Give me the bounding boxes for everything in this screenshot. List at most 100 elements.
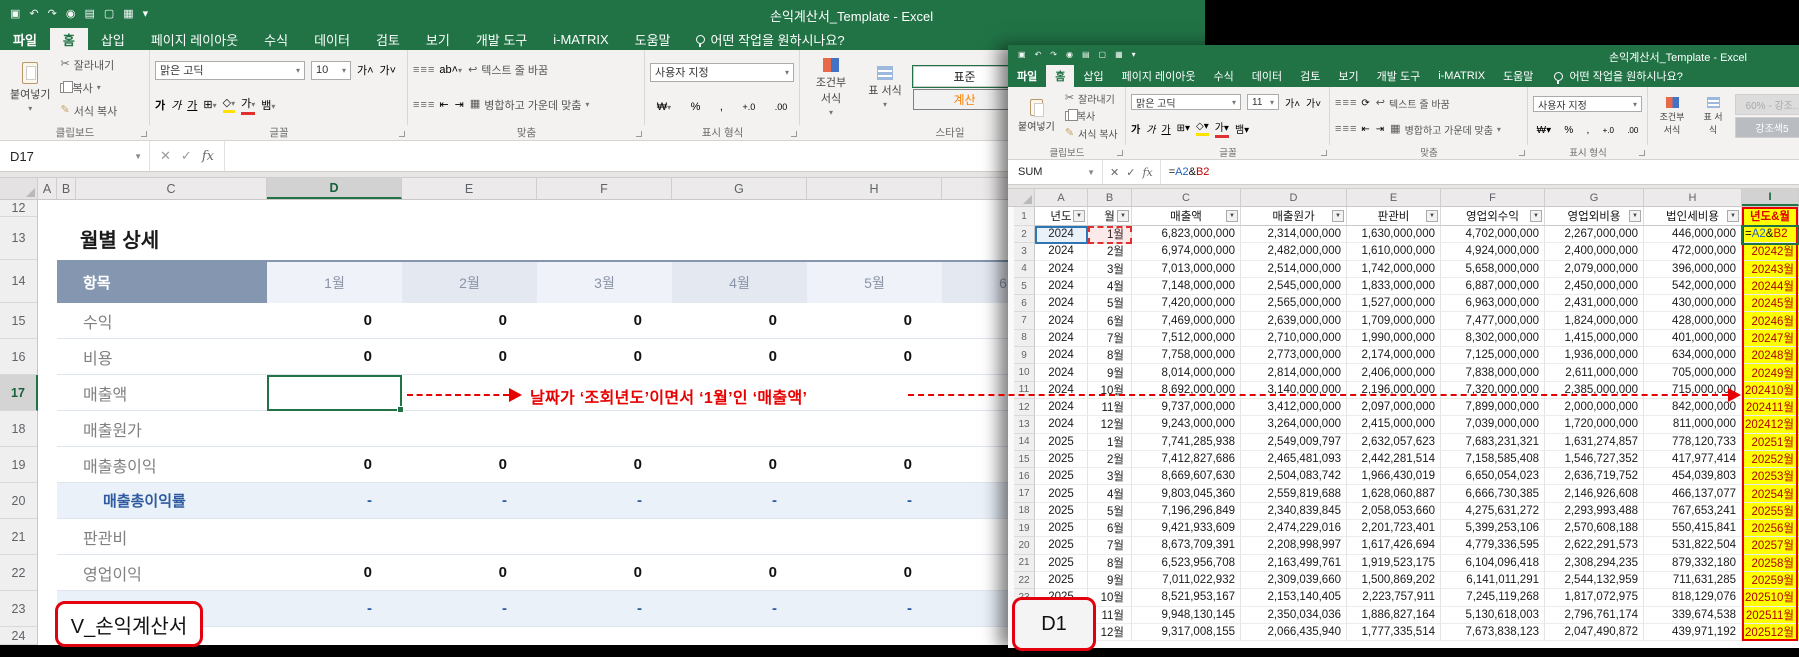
cell-H4[interactable]: 396,000,000: [1644, 261, 1742, 278]
cell-H23[interactable]: 818,129,076: [1644, 589, 1742, 606]
cell-G4[interactable]: 2,079,000,000: [1545, 261, 1644, 278]
cell-H19[interactable]: 550,415,841: [1644, 520, 1742, 537]
row-header-12[interactable]: 12: [0, 200, 38, 217]
cell-I21[interactable]: 20258월: [1742, 555, 1799, 572]
row-header-21[interactable]: 21: [1014, 555, 1035, 572]
increase-indent-button[interactable]: ⇥: [455, 98, 464, 111]
ribbon-tab-4[interactable]: 수식: [1205, 65, 1243, 87]
cell-E10[interactable]: 2,406,000,000: [1347, 364, 1441, 381]
filter-button[interactable]: ▼: [1629, 210, 1641, 222]
row-header-1[interactable]: 1: [1014, 207, 1035, 226]
row-header-12[interactable]: 12: [1014, 399, 1035, 416]
dialog-launcher-icon[interactable]: [1519, 150, 1525, 156]
cell-G18[interactable]: 2,293,993,488: [1545, 503, 1644, 520]
cell-G15[interactable]: 0: [672, 303, 807, 339]
cell-D25[interactable]: 2,066,435,940: [1241, 624, 1347, 641]
fill-color-button[interactable]: ◇▾: [223, 96, 235, 113]
cell-F2[interactable]: 4,702,000,000: [1441, 226, 1545, 243]
fill-color-button[interactable]: ◇▾: [1196, 121, 1209, 136]
orientation-button[interactable]: ab˄▾: [439, 64, 462, 76]
cell-C2[interactable]: 6,823,000,000: [1132, 226, 1241, 243]
ribbon-tab-5[interactable]: 데이터: [301, 28, 363, 50]
ribbon-tab-0[interactable]: 파일: [0, 28, 50, 50]
row-header-21[interactable]: 21: [0, 519, 38, 555]
cell-G23[interactable]: -: [672, 591, 807, 627]
cell-G10[interactable]: 2,611,000,000: [1545, 364, 1644, 381]
col-header-G[interactable]: G: [1545, 189, 1644, 206]
cell-C3[interactable]: 6,974,000,000: [1132, 243, 1241, 260]
cell-E21[interactable]: [402, 519, 537, 555]
cell-B16[interactable]: 3월: [1088, 468, 1132, 485]
bold-button[interactable]: 가: [155, 97, 165, 113]
camera-icon[interactable]: ◉: [1066, 51, 1073, 59]
grow-font-button[interactable]: 가˄: [1285, 95, 1300, 110]
cell-C4[interactable]: 7,013,000,000: [1132, 261, 1241, 278]
ribbon-tab-6[interactable]: 검토: [1291, 65, 1329, 87]
cell-E19[interactable]: 2,201,723,401: [1347, 520, 1441, 537]
cell-A16[interactable]: 2025: [1035, 468, 1088, 485]
cell-I22[interactable]: 20259월: [1742, 572, 1799, 589]
cell-I14[interactable]: 20251월: [1742, 434, 1799, 451]
cell-I18[interactable]: 20255월: [1742, 503, 1799, 520]
cell-G19[interactable]: 2,570,608,188: [1545, 520, 1644, 537]
conditional-formatting-button[interactable]: 조건부 서식: [1653, 90, 1691, 142]
cell-F22[interactable]: 6,141,011,291: [1441, 572, 1545, 589]
fill-handle[interactable]: [397, 406, 404, 413]
month-header-4[interactable]: 4월: [672, 260, 807, 303]
row-header-19[interactable]: 19: [1014, 520, 1035, 537]
cell-style-2[interactable]: 계산: [913, 89, 1016, 110]
cell-C23[interactable]: 8,521,953,167: [1132, 589, 1241, 606]
row-header-10[interactable]: 10: [1014, 364, 1035, 381]
cell-D10[interactable]: 2,814,000,000: [1241, 364, 1347, 381]
cell-I16[interactable]: 20253월: [1742, 468, 1799, 485]
cell-A21[interactable]: 2025: [1035, 555, 1088, 572]
cell-G20[interactable]: 2,622,291,573: [1545, 537, 1644, 554]
cell-B5[interactable]: 4월: [1088, 278, 1132, 295]
row-header-3[interactable]: 3: [1014, 243, 1035, 260]
cut-button[interactable]: ✂잘라내기: [1065, 91, 1118, 106]
cell-D22[interactable]: 2,309,039,660: [1241, 572, 1347, 589]
cell-B15[interactable]: 2월: [1088, 451, 1132, 468]
cell-E16[interactable]: 1,966,430,019: [1347, 468, 1441, 485]
cell-C11[interactable]: 8,692,000,000: [1132, 382, 1241, 399]
conditional-formatting-button[interactable]: 조건부 서식 ▾: [805, 53, 857, 122]
format-as-table-button[interactable]: 표 서식: [1696, 90, 1730, 142]
month-header-1[interactable]: 1월: [267, 260, 402, 303]
cell-B10[interactable]: 9월: [1088, 364, 1132, 381]
col-header-B[interactable]: B: [57, 178, 76, 199]
cell-F18[interactable]: 4,275,631,272: [1441, 503, 1545, 520]
dialog-launcher-icon[interactable]: [1321, 150, 1327, 156]
font-color-button[interactable]: 가▾: [241, 95, 255, 115]
col-header-H[interactable]: H: [1644, 189, 1742, 206]
cell-G9[interactable]: 1,936,000,000: [1545, 347, 1644, 364]
cell-D20[interactable]: -: [267, 483, 402, 519]
row-label[interactable]: 매출액: [57, 375, 267, 411]
cell-I17[interactable]: 20254월: [1742, 485, 1799, 502]
row-header-22[interactable]: 22: [1014, 572, 1035, 589]
ribbon-tab-0[interactable]: 파일: [1008, 65, 1046, 87]
cell-style-2[interactable]: 강조색5: [1735, 117, 1799, 138]
cell-B9[interactable]: 8월: [1088, 347, 1132, 364]
top-align-button[interactable]: ≡ ≡ ≡: [1335, 97, 1355, 109]
cell-G3[interactable]: 2,400,000,000: [1545, 243, 1644, 260]
col-header-H[interactable]: H: [807, 178, 942, 199]
cell-I15[interactable]: 20252월: [1742, 451, 1799, 468]
row-header-16[interactable]: 16: [0, 339, 38, 375]
cell-D15[interactable]: 2,465,481,093: [1241, 451, 1347, 468]
cell-F24[interactable]: 5,130,618,003: [1441, 607, 1545, 624]
cell-E5[interactable]: 1,833,000,000: [1347, 278, 1441, 295]
col-header-C[interactable]: C: [1132, 189, 1241, 206]
cell-D20[interactable]: 2,208,998,997: [1241, 537, 1347, 554]
insert-function-icon[interactable]: fx: [1142, 166, 1152, 179]
cell-E4[interactable]: 1,742,000,000: [1347, 261, 1441, 278]
cell-G25[interactable]: 2,047,490,872: [1545, 624, 1644, 641]
table-header-item[interactable]: 항목: [57, 260, 267, 303]
cell-D11[interactable]: 3,140,000,000: [1241, 382, 1347, 399]
cell-F17[interactable]: 6,666,730,385: [1441, 485, 1545, 502]
cell-H8[interactable]: 401,000,000: [1644, 330, 1742, 347]
cell-B18[interactable]: 5월: [1088, 503, 1132, 520]
month-header-2[interactable]: 2월: [402, 260, 537, 303]
cell-E15[interactable]: 2,442,281,514: [1347, 451, 1441, 468]
col-header-I[interactable]: I: [1742, 189, 1799, 206]
row-header-20[interactable]: 20: [0, 483, 38, 519]
